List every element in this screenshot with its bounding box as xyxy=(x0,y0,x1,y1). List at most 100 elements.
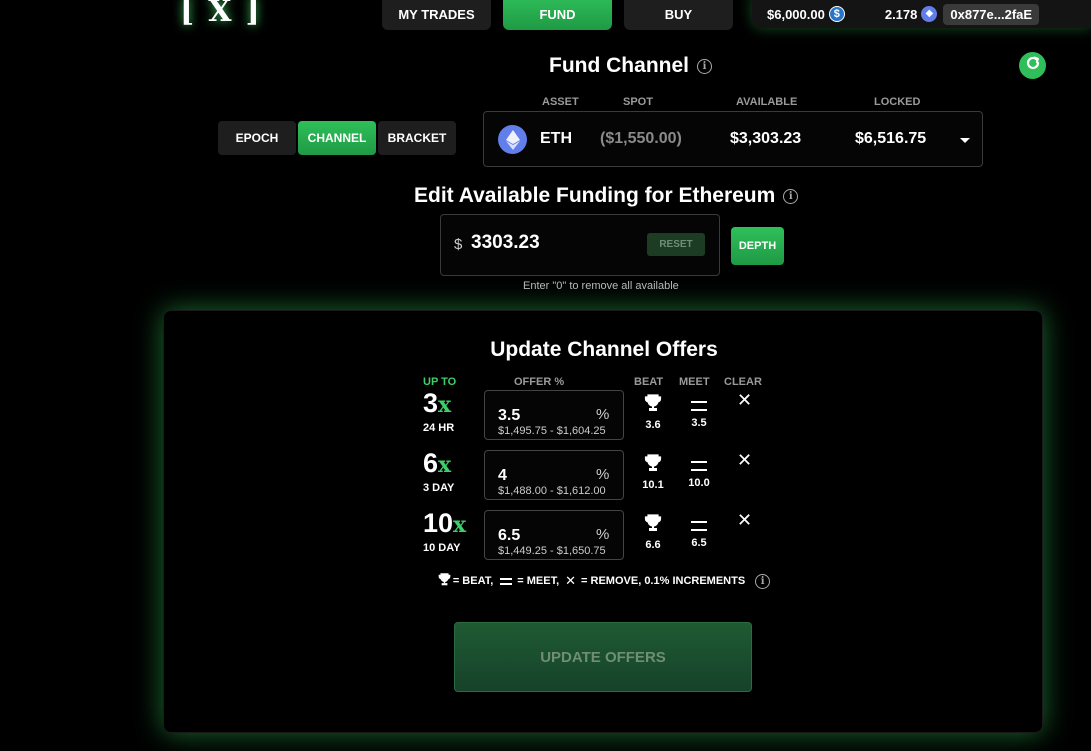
offers-title: Update Channel Offers xyxy=(490,338,718,361)
leverage-multiplier: 10x xyxy=(423,508,466,540)
close-icon[interactable]: ✕ xyxy=(737,510,752,531)
available-value: $3,303.23 xyxy=(730,130,802,147)
fund-channel-title: Fund Channel xyxy=(549,54,689,77)
funding-amount-input[interactable] xyxy=(471,232,631,254)
beat-value: 3.6 xyxy=(645,419,661,431)
chevron-down-icon[interactable] xyxy=(960,138,970,143)
channel-offers-panel: Update Channel Offers UP TO OFFER % BEAT… xyxy=(163,310,1043,733)
header-up-to: UP TO xyxy=(423,376,457,388)
depth-button[interactable]: DEPTH xyxy=(731,227,784,265)
duration-label: 3 DAY xyxy=(423,482,455,494)
logo-right-bracket: ] xyxy=(245,0,262,29)
asset-selector[interactable]: ETH ($1,550.00) $3,303.23 $6,516.75 xyxy=(483,111,983,167)
beat-button[interactable]: 3.6 xyxy=(638,394,668,431)
offer-pct-input[interactable]: 6.5 % $1,449.25 - $1,650.75 xyxy=(484,510,624,560)
usd-balance: $6,000.00 xyxy=(767,6,825,22)
info-icon[interactable]: i xyxy=(755,573,771,589)
header-clear: CLEAR xyxy=(724,376,762,388)
beat-value: 6.6 xyxy=(645,539,661,551)
offer-pct-input[interactable]: 3.5 % $1,495.75 - $1,604.25 xyxy=(484,390,624,440)
usdc-icon: $ xyxy=(828,6,845,22)
price-range: $1,449.25 - $1,650.75 xyxy=(498,545,606,557)
equals-icon xyxy=(691,521,707,531)
buy-button[interactable]: BUY xyxy=(624,0,733,30)
header-spot: SPOT xyxy=(623,96,653,108)
page-title: Fund Channel i xyxy=(549,54,712,78)
offer-row-3x: 3x 24 HR 3.5 % $1,495.75 - $1,604.25 3.6… xyxy=(164,388,1044,440)
meet-button[interactable]: 6.5 xyxy=(684,514,714,549)
multiplier-x: x xyxy=(438,452,452,478)
close-icon: ✕ xyxy=(565,573,577,588)
app-logo[interactable]: [X] xyxy=(180,0,262,29)
offer-pct-value: 4 xyxy=(498,467,507,484)
price-range: $1,488.00 - $1,612.00 xyxy=(498,485,606,497)
legend-meet: = MEET, xyxy=(517,575,560,587)
equals-icon xyxy=(500,577,513,585)
eth-small-icon: ◆ xyxy=(921,6,938,22)
currency-symbol: $ xyxy=(454,236,463,253)
info-icon[interactable]: i xyxy=(783,188,799,204)
duration-label: 10 DAY xyxy=(423,542,461,554)
asset-table-header: ASSET SPOT AVAILABLE LOCKED xyxy=(483,96,983,110)
ethereum-icon xyxy=(498,125,527,154)
multiplier-value: 6 xyxy=(423,448,439,478)
eth-balance-group: 2.178 ◆ xyxy=(885,6,938,22)
offers-legend: = BEAT, = MEET, ✕ = REMOVE, 0.1% INCREME… xyxy=(164,573,1044,589)
header-beat: BEAT xyxy=(634,376,664,388)
leverage-multiplier: 3x xyxy=(423,388,451,420)
trophy-icon xyxy=(438,573,451,589)
tab-channel[interactable]: CHANNEL xyxy=(298,121,376,155)
meet-value: 3.5 xyxy=(691,417,707,429)
price-range: $1,495.75 - $1,604.25 xyxy=(498,425,606,437)
meet-button[interactable]: 10.0 xyxy=(684,454,714,489)
trophy-icon xyxy=(644,454,662,476)
multiplier-value: 3 xyxy=(423,388,439,418)
meet-value: 6.5 xyxy=(691,537,707,549)
leverage-multiplier: 6x xyxy=(423,448,451,480)
multiplier-x: x xyxy=(453,512,467,538)
percent-symbol: % xyxy=(596,466,610,483)
refresh-button[interactable] xyxy=(1019,52,1046,79)
header-asset: ASSET xyxy=(542,96,579,108)
my-trades-button[interactable]: MY TRADES xyxy=(382,0,491,30)
offer-pct-value: 3.5 xyxy=(498,407,521,424)
edit-funding-title: Edit Available Funding for Ethereum xyxy=(414,184,776,207)
offer-pct-value: 6.5 xyxy=(498,527,521,544)
usd-balance-group: $6,000.00 $ xyxy=(767,6,845,22)
tab-epoch[interactable]: EPOCH xyxy=(218,121,296,155)
info-icon[interactable]: i xyxy=(697,58,712,74)
percent-symbol: % xyxy=(596,406,610,423)
meet-value: 10.0 xyxy=(688,477,710,489)
locked-value: $6,516.75 xyxy=(855,130,927,147)
beat-button[interactable]: 6.6 xyxy=(638,514,668,551)
close-icon[interactable]: ✕ xyxy=(737,450,752,471)
offer-row-10x: 10x 10 DAY 6.5 % $1,449.25 - $1,650.75 6… xyxy=(164,508,1044,560)
header-locked: LOCKED xyxy=(874,96,921,108)
top-nav: MY TRADES FUND BUY xyxy=(382,0,733,30)
offer-pct-input[interactable]: 4 % $1,488.00 - $1,612.00 xyxy=(484,450,624,500)
multiplier-value: 10 xyxy=(423,508,454,538)
tab-bracket[interactable]: BRACKET xyxy=(378,121,456,155)
beat-value: 10.1 xyxy=(642,479,664,491)
offer-row-6x: 6x 3 DAY 4 % $1,488.00 - $1,612.00 10.1 … xyxy=(164,448,1044,500)
header-meet: MEET xyxy=(679,376,710,388)
equals-icon xyxy=(691,401,707,411)
header-offer-pct: OFFER % xyxy=(514,376,565,388)
funding-hint: Enter "0" to remove all available xyxy=(523,280,679,292)
header-available: AVAILABLE xyxy=(736,96,798,108)
wallet-address[interactable]: 0x877e...2faE xyxy=(943,3,1040,25)
asset-symbol: ETH xyxy=(540,130,572,147)
meet-button[interactable]: 3.5 xyxy=(684,394,714,429)
close-icon[interactable]: ✕ xyxy=(737,390,752,411)
multiplier-x: x xyxy=(438,392,452,418)
fund-button[interactable]: FUND xyxy=(503,0,612,30)
funding-amount-box: $ RESET xyxy=(440,214,720,276)
beat-button[interactable]: 10.1 xyxy=(638,454,668,491)
legend-beat: = BEAT, xyxy=(452,575,494,587)
update-offers-button[interactable]: UPDATE OFFERS xyxy=(454,622,752,692)
reset-button[interactable]: RESET xyxy=(647,233,705,256)
percent-symbol: % xyxy=(596,526,610,543)
trophy-icon xyxy=(644,394,662,416)
wallet-bar: $6,000.00 $ 2.178 ◆ 0x877e...2faE xyxy=(752,0,1091,28)
edit-funding-heading: Edit Available Funding for Ethereum i xyxy=(414,184,799,208)
